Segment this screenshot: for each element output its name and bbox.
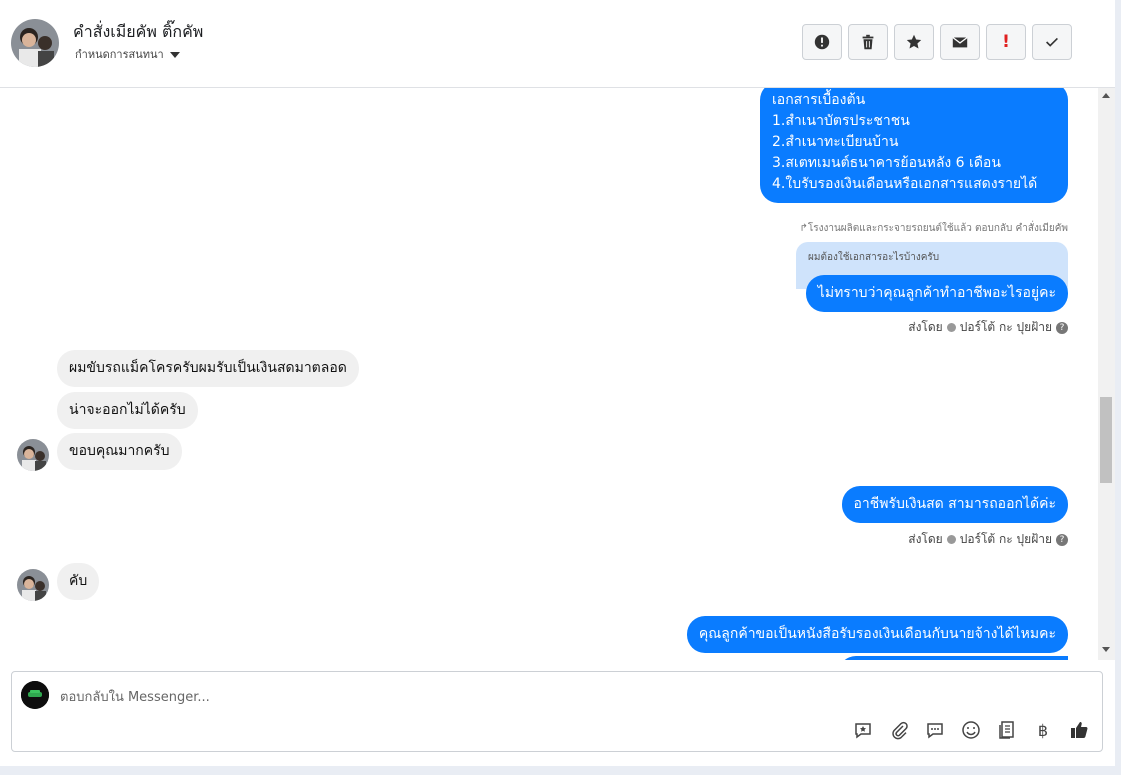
docs-line-3: 3.สเตทเมนต์ธนาคารย้อนหลัง 6 เดือน: [772, 155, 1001, 171]
contact-avatar[interactable]: [11, 19, 59, 67]
message-in-2[interactable]: น่าจะออกไม่ได้ครับ: [57, 392, 198, 429]
follow-up-button[interactable]: !: [986, 24, 1026, 60]
check-circle-icon: [946, 535, 956, 544]
star-icon: [906, 34, 922, 49]
check-icon: [1046, 37, 1058, 47]
sender-name: ปอร์โต้ กะ ปุยฝ้าย: [959, 320, 1052, 334]
message-in-1[interactable]: ผมขับรถแม็คโครครับผมรับเป็นเงินสดมาตลอด: [57, 350, 359, 387]
payment-button[interactable]: ฿: [1032, 719, 1054, 741]
message-thread[interactable]: เอกสารเบื้องต้น 1.สำเนาบัตรประชาชน 2.สำเ…: [0, 88, 1098, 660]
catalog-button[interactable]: [996, 719, 1018, 741]
contact-avatar-small[interactable]: [17, 439, 49, 471]
delete-button[interactable]: [848, 24, 888, 60]
reply-note: ↱โรงงานผลิตและกระจายรถยนต์ใช้แล้ว ตอบกลั…: [799, 223, 1068, 234]
message-out-3[interactable]: คุณลูกค้าขอเป็นหนังสือรับรองเงินเดือนกับ…: [686, 616, 1068, 653]
emoji-button[interactable]: [960, 719, 982, 741]
docs-line-2: 2.สำเนาทะเบียนบ้าน: [772, 134, 899, 150]
page-avatar: [21, 681, 49, 709]
assign-conversation-dropdown[interactable]: กำหนดการสนทนา: [75, 45, 180, 63]
catalog-icon: [999, 721, 1014, 739]
sent-by-meta-1: ส่งโดย ปอร์โต้ กะ ปุยฝ้าย ?: [908, 318, 1068, 337]
scroll-thumb[interactable]: [1100, 397, 1112, 483]
quick-reply-button[interactable]: [924, 719, 946, 741]
sender-name: ปอร์โต้ กะ ปุยฝ้าย: [959, 532, 1052, 546]
alert-circle-icon: [814, 34, 830, 50]
docs-line-4: 4.ใบรับรองเงินเดือนหรือเอกสารแสดงรายได้: [772, 176, 1038, 192]
thumbs-up-icon: [1071, 722, 1088, 738]
conversation-header: คำสั่งเมียคัพ ติ๊กคัพ กำหนดการสนทนา !: [0, 0, 1115, 88]
saved-reply-icon: [855, 723, 871, 739]
contact-avatar-small[interactable]: [17, 569, 49, 601]
reply-input[interactable]: ตอบกลับใน Messenger...: [60, 686, 210, 707]
composer-toolbar: ฿: [852, 719, 1090, 741]
scroll-up-arrow-icon[interactable]: [1102, 93, 1110, 98]
assign-label: กำหนดการสนทนา: [75, 48, 164, 61]
docs-line-1: 1.สำเนาบัตรประชาชน: [772, 113, 910, 129]
like-button[interactable]: [1068, 719, 1090, 741]
conversation-panel: คำสั่งเมียคัพ ติ๊กคัพ กำหนดการสนทนา ! เอ…: [0, 0, 1115, 766]
thread-scrollbar[interactable]: [1098, 88, 1115, 660]
message-out-2[interactable]: อาชีพรับเงินสด สามารถออกได้ค่ะ: [841, 486, 1068, 523]
action-toolbar: !: [802, 24, 1072, 60]
sent-by-meta-2: ส่งโดย ปอร์โต้ กะ ปุยฝ้าย ?: [908, 530, 1068, 549]
message-out-partial[interactable]: [838, 656, 1068, 660]
trash-icon: [862, 34, 874, 50]
saved-reply-button[interactable]: [852, 719, 874, 741]
paperclip-icon: [892, 721, 908, 740]
help-icon[interactable]: ?: [1056, 533, 1068, 546]
chat-bubble-icon: [927, 723, 943, 739]
mark-unread-button[interactable]: [940, 24, 980, 60]
smiley-icon: [962, 721, 980, 739]
message-in-4[interactable]: คับ: [57, 563, 100, 600]
check-circle-icon: [946, 323, 956, 332]
baht-icon: ฿: [1037, 720, 1049, 740]
mark-done-button[interactable]: [1032, 24, 1072, 60]
star-button[interactable]: [894, 24, 934, 60]
message-out-1[interactable]: ไม่ทราบว่าคุณลูกค้าทำอาชีพอะไรอยู่คะ: [805, 275, 1068, 312]
caret-down-icon: [169, 52, 180, 58]
mark-spam-button[interactable]: [802, 24, 842, 60]
docs-line-0: เอกสารเบื้องต้น: [772, 92, 866, 108]
exclamation-red-icon: !: [1002, 32, 1010, 52]
message-docs-list[interactable]: เอกสารเบื้องต้น 1.สำเนาบัตรประชาชน 2.สำเ…: [760, 88, 1068, 203]
sent-by-label: ส่งโดย: [908, 532, 943, 546]
reply-composer[interactable]: ตอบกลับใน Messenger... ฿: [11, 671, 1103, 752]
message-in-3[interactable]: ขอบคุณมากครับ: [57, 433, 182, 470]
contact-name[interactable]: คำสั่งเมียคัพ ติ๊กคัพ: [73, 20, 203, 45]
attach-button[interactable]: [888, 719, 910, 741]
scroll-down-arrow-icon[interactable]: [1102, 647, 1110, 652]
envelope-icon: [952, 36, 968, 48]
sent-by-label: ส่งโดย: [908, 320, 943, 334]
help-icon[interactable]: ?: [1056, 321, 1068, 334]
